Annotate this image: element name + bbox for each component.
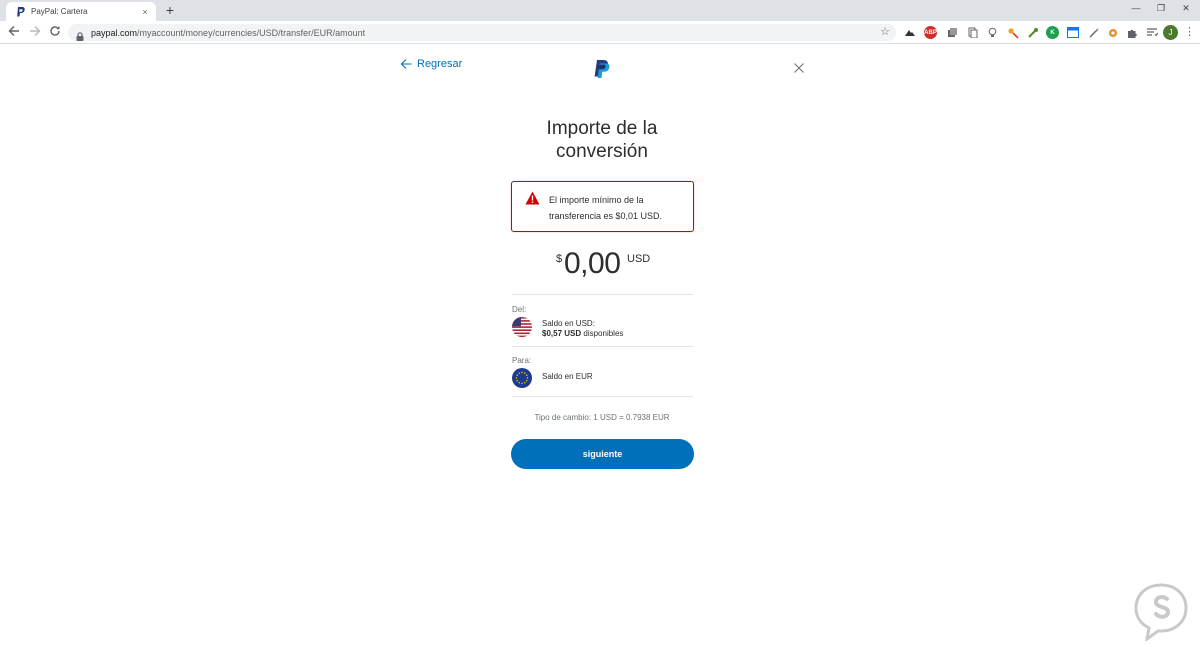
amount-value[interactable]: 0,00 (564, 246, 621, 282)
reload-icon[interactable] (48, 25, 62, 39)
from-available-amount: $0,57 USD (542, 329, 582, 338)
paypal-logo-icon (594, 60, 610, 78)
extension-key-icon[interactable] (1006, 26, 1019, 39)
profile-avatar[interactable]: J (1163, 25, 1178, 40)
extension-window-icon[interactable] (1066, 26, 1079, 39)
browser-toolbar: paypal.com/myaccount/money/currencies/US… (0, 21, 1200, 44)
new-tab-button[interactable]: + (163, 3, 177, 17)
extension-stack-icon[interactable] (946, 26, 959, 39)
back-link-label: Regresar (417, 58, 463, 70)
extension-k-icon[interactable]: K (1046, 26, 1059, 39)
url-host: paypal.com (91, 27, 138, 38)
from-label: Del: (512, 305, 527, 314)
back-link[interactable]: Regresar (400, 58, 462, 70)
divider (512, 396, 693, 397)
extension-dropper-icon[interactable] (1026, 26, 1039, 39)
url-path: /myaccount/money/currencies/USD/transfer… (137, 27, 366, 38)
adblock-plus-icon[interactable]: ABP (924, 26, 937, 39)
extension-hat-icon[interactable] (903, 26, 916, 39)
from-balance-name: Saldo en USD: (542, 319, 595, 328)
alert-message: El importe mínimo de la transferencia es… (549, 195, 663, 221)
url-text: paypal.com/myaccount/money/currencies/US… (91, 28, 365, 38)
restore-button[interactable]: ❐ (1153, 3, 1169, 14)
browser-tab[interactable]: PayPal: Cartera × (6, 2, 156, 21)
eu-flag-icon (512, 368, 532, 388)
bookmark-star-icon[interactable]: ☆ (880, 26, 890, 39)
extension-pen-icon[interactable] (1087, 26, 1100, 39)
minimize-button[interactable]: — (1128, 3, 1144, 13)
extension-gear-icon[interactable] (1106, 26, 1119, 39)
error-alert: El importe mínimo de la transferencia es… (511, 181, 694, 232)
forward-arrow-icon[interactable] (28, 25, 42, 39)
amount-currency-code: USD (627, 253, 651, 265)
next-button[interactable]: siguiente (511, 439, 694, 469)
tab-title: PayPal: Cartera (31, 7, 88, 16)
warning-icon (525, 191, 540, 205)
address-bar[interactable]: paypal.com/myaccount/money/currencies/US… (68, 24, 896, 41)
us-flag-icon (512, 317, 532, 337)
extension-bulb-icon[interactable] (986, 26, 999, 39)
extension-copy-icon[interactable] (966, 26, 979, 39)
to-balance-name: Saldo en EUR (542, 372, 593, 381)
reading-list-icon[interactable] (1145, 26, 1158, 39)
back-arrow-icon[interactable] (7, 25, 21, 39)
divider (512, 346, 693, 347)
close-icon[interactable] (793, 62, 805, 74)
window-close-button[interactable]: ✕ (1178, 3, 1194, 14)
browser-tab-strip: PayPal: Cartera × + — ❐ ✕ (0, 0, 1200, 21)
watermark-logo-icon (1134, 583, 1188, 641)
paypal-favicon-icon (15, 6, 25, 17)
tab-close-icon[interactable]: × (140, 7, 150, 17)
browser-menu-icon[interactable]: ⋮ (1184, 25, 1195, 40)
from-available: $0,57 USD disponibles (542, 329, 623, 338)
extensions-puzzle-icon[interactable] (1125, 26, 1138, 39)
to-label: Para: (512, 356, 532, 365)
divider (512, 294, 693, 295)
lock-icon (76, 28, 84, 41)
back-arrow-icon (400, 59, 412, 69)
from-available-suffix: disponibles (581, 329, 624, 338)
amount-currency-symbol: $ (556, 253, 563, 265)
amount-input[interactable]: $ 0,00 USD (502, 246, 702, 282)
page-title: Importe de la conversión (546, 118, 658, 162)
exchange-rate: Tipo de cambio: 1 USD = 0.7938 EUR (534, 413, 670, 422)
